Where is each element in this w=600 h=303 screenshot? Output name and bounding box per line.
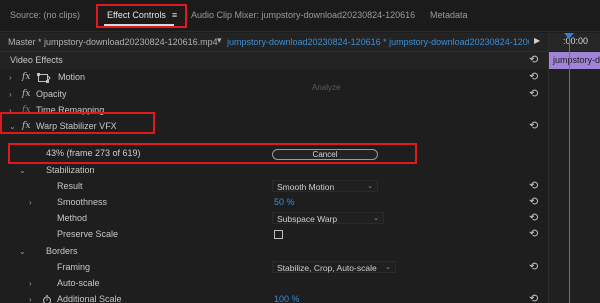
property-label: Framing: [57, 262, 91, 272]
chevron-down-icon[interactable]: ⌄: [19, 243, 26, 260]
effect-name[interactable]: Opacity: [36, 86, 67, 103]
reset-icon[interactable]: ⟲: [529, 226, 538, 243]
chevron-down-icon: ⌄: [373, 215, 379, 222]
timeline-clip[interactable]: jumpstory-do: [549, 52, 600, 69]
chevron-right-icon[interactable]: ›: [9, 69, 12, 86]
reset-icon[interactable]: ⟲: [529, 118, 538, 135]
smoothness-value[interactable]: 50 %: [274, 194, 295, 211]
analysis-progress-text: 43% (frame 273 of 619): [46, 148, 141, 158]
property-label: Preserve Scale: [57, 229, 119, 239]
group-label[interactable]: Borders: [46, 243, 78, 260]
property-label: Additional Scale: [57, 294, 122, 303]
property-label: Smoothness: [57, 197, 108, 207]
reset-icon[interactable]: ⟲: [529, 210, 538, 227]
stopwatch-icon[interactable]: [42, 291, 52, 303]
fx-toggle-icon[interactable]: fx: [22, 69, 30, 86]
stabilization-group-row: ⌄ Stabilization: [0, 162, 548, 179]
transform-box-icon[interactable]: [37, 69, 51, 86]
playhead-line[interactable]: [569, 33, 570, 303]
tab-effect-controls-label: Effect Controls: [107, 10, 166, 20]
tab-metadata[interactable]: Metadata: [430, 10, 468, 20]
reset-icon[interactable]: ⟲: [529, 194, 538, 211]
borders-group-row: ⌄ Borders: [0, 243, 548, 260]
method-dropdown[interactable]: Subspace Warp ⌄: [272, 212, 384, 224]
framing-dropdown[interactable]: Stabilize, Crop, Auto-scale ⌄: [272, 261, 396, 273]
clip-selector-bar: Master * jumpstory-download20230824-1206…: [0, 33, 548, 52]
tab-effect-controls[interactable]: Effect Controls ≡: [107, 10, 177, 20]
playhead-handle-icon[interactable]: [564, 33, 574, 39]
premiere-effect-controls-window: Source: (no clips) Effect Controls ≡ Audi…: [0, 0, 600, 303]
fx-toggle-icon[interactable]: fx: [22, 118, 30, 135]
chevron-down-icon: ⌄: [385, 264, 391, 271]
fx-toggle-icon: fx: [22, 105, 31, 115]
property-row-framing: Framing Stabilize, Crop, Auto-scale ⌄ ⟲: [0, 259, 548, 276]
active-tab-indicator: [104, 24, 174, 26]
reset-icon[interactable]: ⟲: [529, 69, 538, 86]
chevron-right-icon[interactable]: ›: [29, 194, 32, 211]
property-row-preserve-scale: Preserve Scale ⟲: [0, 226, 548, 243]
property-row-result: Result Smooth Motion ⌄ ⟲: [0, 178, 548, 195]
property-row-smoothness: › Smoothness 50 % ⟲: [0, 194, 548, 211]
reset-icon[interactable]: ⟲: [529, 259, 538, 276]
effect-name[interactable]: Time Remapping: [36, 102, 104, 119]
property-row-method: Method Subspace Warp ⌄ ⟲: [0, 210, 548, 227]
reset-icon[interactable]: ⟲: [529, 178, 538, 195]
cancel-analysis-button[interactable]: Cancel: [272, 149, 378, 160]
dropdown-value: Stabilize, Crop, Auto-scale: [277, 263, 377, 273]
tab-audio-clip-mixer[interactable]: Audio Clip Mixer: jumpstory-download2023…: [191, 10, 415, 20]
chevron-down-icon: ⌄: [367, 183, 373, 190]
result-dropdown[interactable]: Smooth Motion ⌄: [272, 180, 378, 192]
panel-tab-bar: Source: (no clips) Effect Controls ≡ Audi…: [0, 0, 600, 32]
video-effects-header: Video Effects ⟲: [0, 52, 548, 69]
property-row-additional-scale: › Additional Scale 100 % ⟲: [0, 291, 548, 303]
chevron-right-icon[interactable]: ›: [29, 291, 32, 303]
group-label[interactable]: Stabilization: [46, 162, 95, 179]
effect-row-motion: › fx Motion ⟲: [0, 69, 548, 86]
effect-row-time-remapping: › fx Time Remapping: [0, 102, 548, 119]
chevron-right-icon[interactable]: ›: [9, 86, 12, 103]
dropdown-value: Subspace Warp: [277, 214, 338, 224]
reset-icon[interactable]: ⟲: [529, 52, 538, 69]
master-clip-name[interactable]: Master * jumpstory-download20230824-1206…: [8, 37, 218, 47]
chevron-down-icon[interactable]: ⌄: [19, 162, 26, 179]
chevron-down-icon[interactable]: ⌄: [9, 118, 16, 135]
effect-controls-list: Video Effects ⟲ › fx Motion ⟲ › fx Opaci…: [0, 52, 548, 303]
effect-timeline-panel[interactable]: :00:00 jumpstory-do: [548, 33, 600, 303]
dropdown-value: Smooth Motion: [277, 182, 335, 192]
effect-row-warp-stabilizer: ⌄ fx Warp Stabilizer VFX ⟲: [0, 118, 548, 135]
chevron-right-icon[interactable]: ›: [29, 275, 32, 292]
reset-icon[interactable]: ⟲: [529, 86, 538, 103]
analyze-button: Analyze: [312, 83, 341, 92]
play-icon[interactable]: ▶: [534, 36, 540, 45]
fx-toggle-icon[interactable]: fx: [22, 86, 30, 103]
property-label[interactable]: Auto-scale: [57, 275, 100, 292]
effect-name[interactable]: Warp Stabilizer VFX: [36, 118, 117, 135]
property-label: Method: [57, 213, 88, 223]
video-effects-label: Video Effects: [10, 55, 63, 65]
preserve-scale-checkbox[interactable]: [274, 230, 283, 239]
property-label: Result: [57, 181, 83, 191]
panel-menu-icon[interactable]: ≡: [172, 10, 177, 20]
effect-row-opacity: › fx Opacity ⟲: [0, 86, 548, 103]
chevron-right-icon[interactable]: ›: [9, 102, 12, 119]
chevron-down-icon[interactable]: ▾: [217, 35, 222, 46]
timeline-ruler[interactable]: :00:00: [549, 33, 600, 51]
property-row-auto-scale: › Auto-scale: [0, 275, 548, 292]
additional-scale-value[interactable]: 100 %: [274, 291, 300, 303]
tab-source[interactable]: Source: (no clips): [10, 10, 80, 20]
sequence-clip-name[interactable]: jumpstory-download20230824-120616 * jump…: [227, 37, 529, 47]
reset-icon[interactable]: ⟲: [529, 291, 538, 303]
effect-name[interactable]: Motion: [58, 69, 85, 86]
